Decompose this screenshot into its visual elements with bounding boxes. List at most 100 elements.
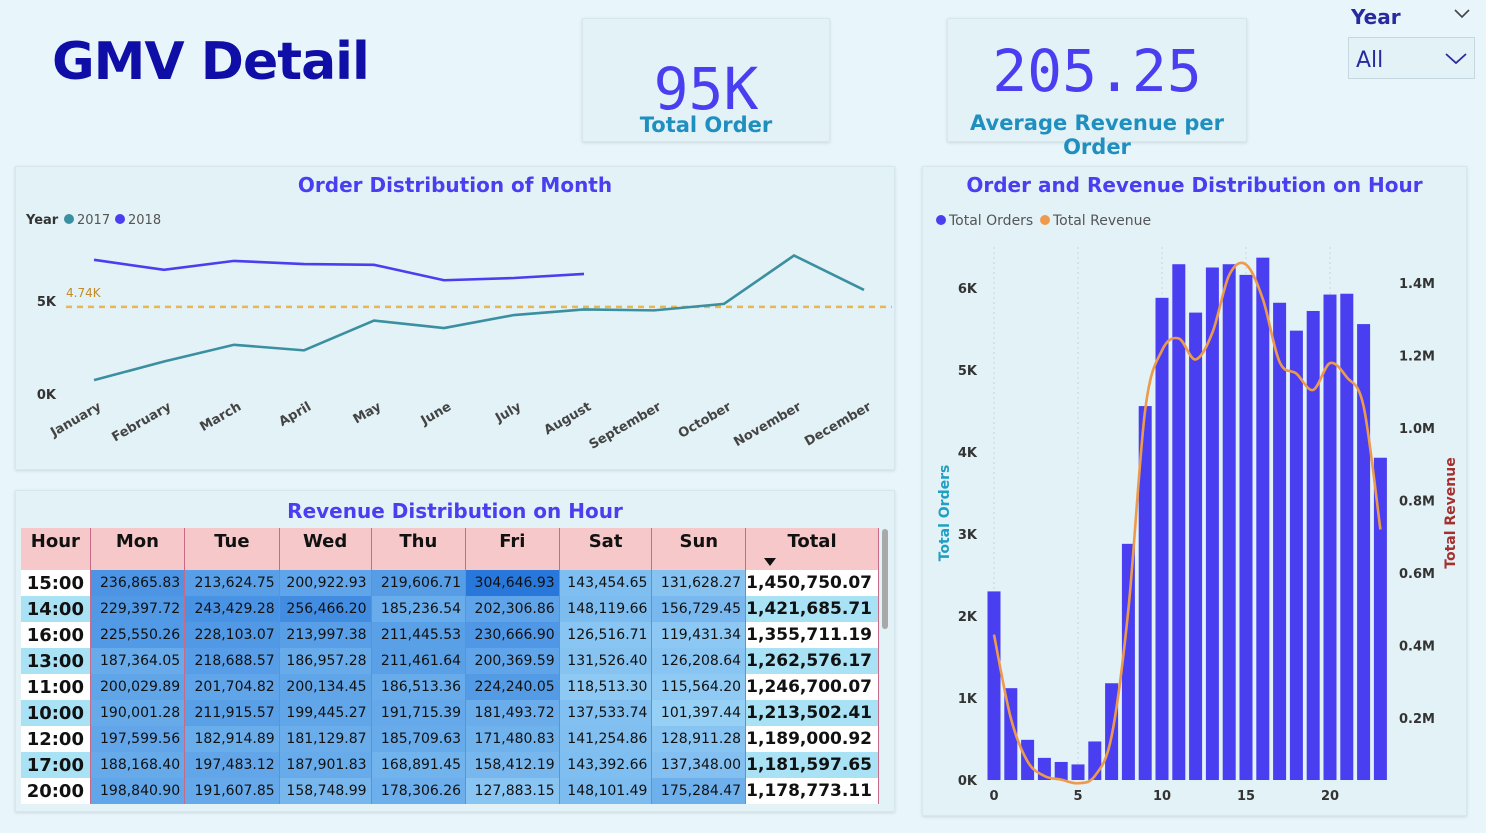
y-tick-5k: 5K [37, 295, 57, 310]
matrix-scrollbar[interactable] [882, 529, 888, 629]
matrix-value-cell: 148,101.49 [559, 778, 653, 804]
matrix-row: 17:00 188,168.40 197,483.12 187,901.83 168,8… [21, 752, 879, 778]
y-left-tick: 0K [958, 774, 978, 789]
month-chart-panel: Order Distribution of Month Year 2017 20… [15, 166, 895, 470]
matrix-header-fri[interactable]: Fri [465, 528, 560, 570]
data-point-2018[interactable] [578, 268, 590, 280]
matrix-total-cell: 1,450,750.07 [745, 570, 879, 596]
matrix-value-cell: 211,461.64 [371, 648, 467, 674]
year-dropdown[interactable]: All [1348, 37, 1475, 79]
matrix-value-cell: 191,607.85 [184, 778, 280, 804]
matrix-row: 13:00 187,364.05 218,688.57 186,957.28 211,4… [21, 648, 879, 674]
data-point-2018[interactable] [508, 272, 520, 284]
matrix-value-cell: 202,306.86 [465, 596, 560, 622]
order-bar[interactable] [1071, 764, 1085, 780]
matrix-header-hour[interactable]: Hour [21, 528, 91, 570]
order-bar[interactable] [1256, 257, 1270, 780]
data-point-2017[interactable] [438, 322, 450, 334]
data-point-2018[interactable] [158, 264, 170, 276]
matrix-value-cell: 128,911.28 [651, 726, 747, 752]
matrix-value-cell: 243,429.28 [184, 596, 280, 622]
x-tick-label: November [731, 399, 804, 450]
matrix-value-cell: 118,513.30 [559, 674, 653, 700]
matrix-value-cell: 219,606.71 [371, 570, 467, 596]
data-point-2018[interactable] [88, 254, 100, 266]
matrix-value-cell: 213,997.38 [279, 622, 372, 648]
order-bar[interactable] [1289, 330, 1303, 780]
matrix-value-cell: 141,254.86 [559, 726, 653, 752]
order-bar[interactable] [1239, 274, 1253, 780]
data-point-2017[interactable] [298, 344, 310, 356]
data-point-2018[interactable] [228, 255, 240, 267]
data-point-2017[interactable] [578, 303, 590, 315]
data-point-2018[interactable] [368, 259, 380, 271]
matrix-value-cell: 200,134.45 [279, 674, 372, 700]
matrix-value-cell: 131,628.27 [651, 570, 747, 596]
slicer-collapse-icon[interactable] [1452, 4, 1472, 22]
matrix-header-sat[interactable]: Sat [559, 528, 653, 570]
y-right-tick: 0.6M [1399, 567, 1435, 582]
data-point-2017[interactable] [858, 284, 870, 296]
avg-line-label: 4.74K [66, 286, 102, 300]
data-point-2017[interactable] [648, 304, 660, 316]
matrix-value-cell: 190,001.28 [90, 700, 186, 726]
y-right-tick: 1.4M [1399, 277, 1435, 292]
matrix-total-cell: 1,421,685.71 [745, 596, 879, 622]
data-point-2017[interactable] [508, 309, 520, 321]
order-bar[interactable] [1222, 264, 1236, 781]
matrix-header-mon[interactable]: Mon [90, 528, 186, 570]
matrix-value-cell: 186,513.36 [371, 674, 467, 700]
matrix-header-tue[interactable]: Tue [184, 528, 280, 570]
order-bar[interactable] [1273, 302, 1287, 780]
data-point-2017[interactable] [368, 315, 380, 327]
order-bar[interactable] [1340, 293, 1354, 780]
matrix-value-cell: 225,550.26 [90, 622, 186, 648]
legend-title: Year [25, 213, 59, 228]
order-bar[interactable] [1054, 761, 1068, 780]
matrix-hour-cell: 20:00 [21, 778, 91, 804]
matrix-value-cell: 229,397.72 [90, 596, 186, 622]
matrix-value-cell: 168,891.45 [371, 752, 467, 778]
y-right-tick: 1.0M [1399, 422, 1435, 437]
matrix-value-cell: 101,397.44 [651, 700, 747, 726]
data-point-2017[interactable] [228, 339, 240, 351]
matrix-header-sun[interactable]: Sun [651, 528, 747, 570]
y-left-tick: 4K [958, 446, 978, 461]
matrix-hour-cell: 10:00 [21, 700, 91, 726]
order-bar[interactable] [1306, 310, 1320, 780]
order-bar[interactable] [1189, 312, 1203, 780]
data-point-2017[interactable] [718, 298, 730, 310]
data-point-2018[interactable] [298, 258, 310, 270]
sort-desc-icon[interactable] [764, 552, 776, 566]
legend-marker-orders [936, 215, 946, 225]
matrix-value-cell: 137,348.00 [651, 752, 747, 778]
order-bar[interactable] [1373, 457, 1387, 780]
data-point-2017[interactable] [158, 356, 170, 368]
matrix-value-cell: 224,240.05 [465, 674, 560, 700]
order-bar[interactable] [987, 591, 1001, 780]
avg-revenue-label: Average Revenue per Order [970, 111, 1224, 159]
x-tick-label: 5 [1073, 789, 1082, 804]
matrix-value-cell: 191,715.39 [371, 700, 467, 726]
year-slicer-title: Year [1351, 5, 1401, 29]
order-bar[interactable] [1155, 297, 1169, 780]
matrix-value-cell: 182,914.89 [184, 726, 280, 752]
total-order-card: 95K Total Order [582, 18, 830, 142]
x-tick-label: April [276, 399, 314, 429]
data-point-2017[interactable] [788, 250, 800, 262]
matrix-header-wed[interactable]: Wed [279, 528, 372, 570]
data-point-2018[interactable] [438, 274, 450, 286]
data-point-2017[interactable] [88, 374, 100, 386]
matrix-value-cell: 186,957.28 [279, 648, 372, 674]
matrix-header-thu[interactable]: Thu [371, 528, 467, 570]
y-left-tick: 3K [958, 528, 978, 543]
matrix-value-cell: 143,454.65 [559, 570, 653, 596]
matrix-value-cell: 158,748.99 [279, 778, 372, 804]
matrix-value-cell: 175,284.47 [651, 778, 747, 804]
matrix-row: 14:00 229,397.72 243,429.28 256,466.20 185,2… [21, 596, 879, 622]
matrix-value-cell: 187,364.05 [90, 648, 186, 674]
matrix-row: 10:00 190,001.28 211,915.57 199,445.27 191,7… [21, 700, 879, 726]
matrix-value-cell: 185,236.54 [371, 596, 467, 622]
matrix-value-cell: 115,564.20 [651, 674, 747, 700]
page-title: GMV Detail [52, 32, 370, 92]
